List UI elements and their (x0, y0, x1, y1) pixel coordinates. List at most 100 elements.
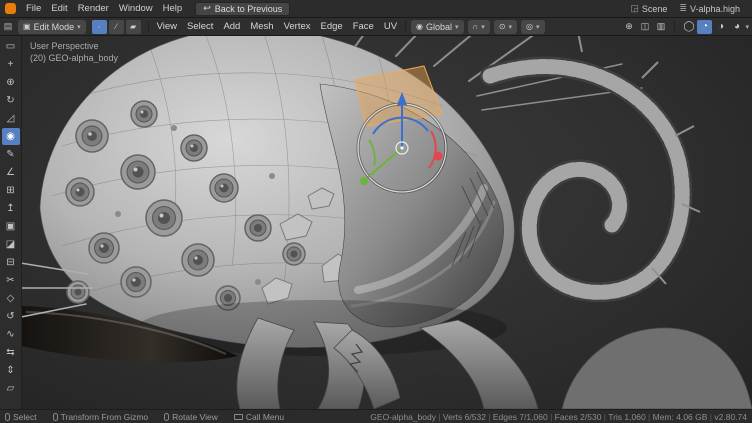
menu-face[interactable]: Face (348, 21, 379, 32)
creature-head-shell[interactable] (320, 84, 504, 327)
view-object-types-group: ⊕ ◫ ▥ (621, 20, 668, 34)
tool-knife[interactable]: ✂ (2, 272, 20, 289)
viewport-header: ▤ ▣ Edit Mode ▾ ∙ ∕ ▰ View Select Add Me… (0, 18, 752, 36)
stat-verts: Verts 6/532 (436, 412, 486, 422)
hint-call-menu: Call Menu (234, 412, 284, 422)
pivot-icon: ⊙ (499, 22, 506, 31)
tool-add-cube[interactable]: ⊞ (2, 182, 20, 199)
overlays-icon[interactable]: ◫ (637, 20, 652, 34)
hint-select: Select (5, 412, 37, 422)
stat-faces: Faces 2/530 (548, 412, 602, 422)
tool-select-box[interactable]: ▭ (2, 38, 20, 55)
scene-icon: ◲ (630, 3, 639, 14)
chevron-down-icon: ▾ (455, 23, 459, 31)
tool-poly-build[interactable]: ◇ (2, 290, 20, 307)
tool-cursor[interactable]: + (2, 56, 20, 73)
tool-measure[interactable]: ∠ (2, 164, 20, 181)
edge-select-button[interactable]: ∕ (109, 20, 124, 34)
stat-tris: Tris 1,060 (601, 412, 645, 422)
snap-dropdown[interactable]: ∩ ▾ (468, 20, 490, 34)
menu-file[interactable]: File (21, 0, 46, 17)
tool-shelf: ▭ + ⊕ ↻ ◿ ◉ ✎ ∠ ⊞ ↥ ▣ ◪ ⊟ ✂ ◇ ↺ ∿ ⇆ ⇕ ▱ (0, 36, 22, 409)
view-name-label: User Perspective (30, 40, 118, 52)
menu-edit[interactable]: Edit (46, 0, 72, 17)
menu-add[interactable]: Add (218, 21, 245, 32)
tool-spin[interactable]: ↺ (2, 308, 20, 325)
magnet-icon: ∩ (473, 22, 479, 31)
tool-shear[interactable]: ▱ (2, 380, 20, 397)
scene-render[interactable] (22, 36, 752, 409)
select-mode-group: ∙ ∕ ▰ (91, 20, 142, 34)
orientation-label: Global (426, 22, 452, 32)
tool-transform[interactable]: ◉ (2, 128, 20, 145)
tool-bevel[interactable]: ◪ (2, 236, 20, 253)
face-select-button[interactable]: ▰ (126, 20, 141, 34)
menu-window[interactable]: Window (114, 0, 158, 17)
tool-shrink-fatten[interactable]: ⇕ (2, 362, 20, 379)
menu-view[interactable]: View (152, 21, 182, 32)
gizmo-move-x-tip[interactable] (434, 152, 443, 161)
hint-transform-gizmo: Transform From Gizmo (53, 412, 149, 422)
scene-selector[interactable]: ◲ Scene (630, 3, 667, 14)
gizmo-move-y-tip[interactable] (360, 177, 368, 185)
editor-type-button[interactable]: ▤ (0, 21, 16, 32)
tool-loop-cut[interactable]: ⊟ (2, 254, 20, 271)
tool-scale[interactable]: ◿ (2, 110, 20, 127)
chevron-down-icon: ▾ (77, 23, 81, 31)
menu-uv[interactable]: UV (379, 21, 402, 32)
keyboard-icon (234, 414, 243, 420)
show-gizmo-icon[interactable]: ⊕ (621, 20, 636, 34)
tool-edge-slide[interactable]: ⇆ (2, 344, 20, 361)
menu-render[interactable]: Render (73, 0, 114, 17)
mode-dropdown[interactable]: ▣ Edit Mode ▾ (18, 20, 86, 34)
back-label: Back to Previous (215, 4, 283, 14)
stat-version: v2.80.74 (707, 412, 747, 422)
chevron-down-icon: ▾ (536, 23, 540, 31)
menu-mesh[interactable]: Mesh (245, 21, 278, 32)
mouse-left-icon (5, 413, 10, 421)
tool-inset-faces[interactable]: ▣ (2, 218, 20, 235)
hint-transform-label: Transform From Gizmo (61, 412, 149, 422)
view-layer-label: V-alpha.high (690, 4, 740, 14)
pivot-dropdown[interactable]: ⊙ ▾ (494, 20, 517, 34)
blender-logo-icon[interactable] (5, 3, 16, 14)
viewport-3d[interactable]: User Perspective (20) GEO-alpha_body (22, 36, 752, 409)
proportional-dropdown[interactable]: ◎ ▾ (521, 20, 545, 34)
shading-material-icon[interactable]: ◑ (713, 20, 728, 34)
menu-edge[interactable]: Edge (316, 21, 348, 32)
menu-select[interactable]: Select (182, 21, 218, 32)
menu-vertex[interactable]: Vertex (279, 21, 316, 32)
statusbar: Select Transform From Gizmo Rotate View … (0, 409, 752, 423)
tool-rotate[interactable]: ↻ (2, 92, 20, 109)
xray-toggle-icon[interactable]: ▥ (653, 20, 668, 34)
view-layer-selector[interactable]: ≣ V-alpha.high (679, 3, 740, 14)
shading-solid-icon[interactable]: ◔ (697, 20, 712, 34)
back-to-previous-button[interactable]: ↩ Back to Previous (195, 2, 290, 16)
tool-smooth[interactable]: ∿ (2, 326, 20, 343)
shading-mode-group: ◯ ◔ ◑ ◕ ▾ (681, 20, 749, 34)
topbar: File Edit Render Window Help ↩ Back to P… (0, 0, 752, 18)
tool-annotate[interactable]: ✎ (2, 146, 20, 163)
scene-label: Scene (642, 4, 668, 14)
shading-rendered-icon[interactable]: ◕ (729, 20, 744, 34)
chevron-down-icon: ▾ (481, 23, 485, 31)
edit-mode-icon: ▣ (23, 22, 31, 31)
viewport-overlay: User Perspective (20) GEO-alpha_body (30, 40, 118, 64)
vertex-select-button[interactable]: ∙ (92, 20, 107, 34)
hint-menu-label: Call Menu (246, 412, 284, 422)
back-icon: ↩ (203, 3, 211, 14)
blender-window: File Edit Render Window Help ↩ Back to P… (0, 0, 752, 423)
menu-help[interactable]: Help (158, 0, 188, 17)
shading-wireframe-icon[interactable]: ◯ (681, 20, 696, 34)
stat-memory: Mem: 4.06 GB (646, 412, 708, 422)
tool-extrude-region[interactable]: ↥ (2, 200, 20, 217)
proportional-edit-icon: ◎ (526, 22, 533, 31)
creature-hind-leg[interactable] (562, 328, 752, 409)
tool-move[interactable]: ⊕ (2, 74, 20, 91)
chevron-down-icon: ▾ (509, 23, 513, 31)
creature-tail[interactable] (490, 36, 700, 292)
scene-stats: GEO-alpha_bodyVerts 6/532Edges 7/1,060Fa… (370, 412, 747, 422)
stat-object-name: GEO-alpha_body (370, 412, 436, 422)
orientation-dropdown[interactable]: ◉ Global ▾ (411, 20, 464, 34)
mode-label: Edit Mode (34, 22, 75, 32)
